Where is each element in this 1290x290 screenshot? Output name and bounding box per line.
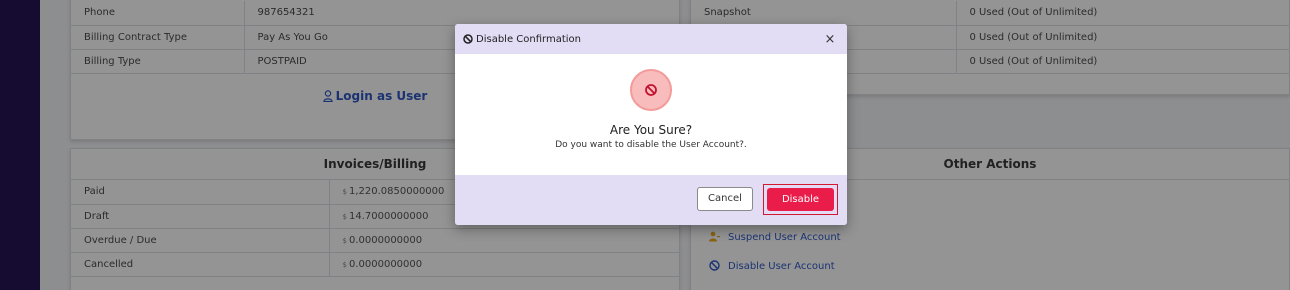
ban-icon [630,69,672,111]
disable-confirmation-dialog: Disable Confirmation × Are You Sure? Do … [455,24,847,225]
cancel-button[interactable]: Cancel [697,187,753,211]
disable-button-highlight: Disable [763,184,838,215]
confirm-heading: Are You Sure? [609,123,693,137]
ban-icon [463,34,473,44]
modal-body: Are You Sure? Do you want to disable the… [455,54,847,175]
close-button[interactable]: × [821,32,839,47]
modal-footer: Cancel Disable [455,175,847,225]
modal-title-text: Disable Confirmation [476,33,581,45]
modal-title: Disable Confirmation [463,34,821,45]
disable-button[interactable]: Disable [767,188,834,211]
confirm-message: Do you want to disable the User Account?… [555,140,747,150]
modal-header: Disable Confirmation × [455,24,847,54]
